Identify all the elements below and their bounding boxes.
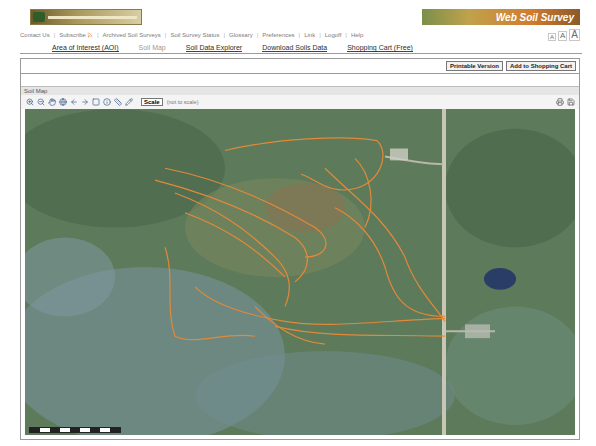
nav-link[interactable]: Archived Soil Surveys [103,32,161,38]
nav-link[interactable]: Contact Us [20,32,50,38]
pencil-icon[interactable] [125,98,133,106]
rss-icon [87,32,93,38]
tab[interactable]: Soil Data Explorer [186,44,242,52]
nav-separator: | [257,32,259,38]
nav-separator: | [299,32,301,38]
zoom-out-icon[interactable] [37,98,45,106]
boundary-line [195,287,445,325]
pan-icon[interactable] [48,98,56,106]
nav-link[interactable]: Glossary [229,32,253,38]
save-icon[interactable] [567,98,575,106]
full-extent-icon[interactable] [59,98,67,106]
tool-button[interactable] [124,98,133,107]
tab[interactable]: Shopping Cart (Free) [347,44,413,52]
nav-link[interactable]: Logoff [325,32,342,38]
nav-link[interactable]: Soil Survey Status [170,32,219,38]
logo-stripe [48,16,137,19]
info-icon[interactable] [103,98,111,106]
action-button[interactable]: Printable Version [446,61,503,71]
nav-separator: | [54,32,56,38]
boundary-line [355,158,371,227]
nav-separator: | [345,32,347,38]
back-icon[interactable] [70,98,78,106]
boundary-line [185,213,285,277]
map-toolbar: Scale (not to scale) [21,95,579,109]
action-bar: Printable VersionAdd to Shopping Cart [21,59,579,74]
tab[interactable]: Download Soils Data [262,44,327,52]
tab[interactable]: Soil Map [139,44,166,51]
printer-icon[interactable] [556,98,564,106]
nav-separator: | [223,32,225,38]
select-icon[interactable] [92,98,100,106]
tool-button[interactable] [58,98,67,107]
nav-separator: | [165,32,167,38]
tab-row: Area of Interest (AOI) Soil Map Soil Data … [20,40,582,54]
header: Web Soil Survey [0,0,596,29]
tool-button[interactable] [25,98,34,107]
soil-map-panel: Printable VersionAdd to Shopping Cart Soi… [20,58,580,440]
tool-button[interactable] [555,98,564,107]
boundary-line [325,168,445,321]
tab[interactable]: Area of Interest (AOI) [52,44,119,52]
tool-button[interactable] [69,98,78,107]
usda-logo[interactable] [30,9,142,25]
tool-button[interactable] [91,98,100,107]
nav-link[interactable]: Link [304,32,315,38]
nav-separator: | [319,32,321,38]
tool-button[interactable] [566,98,575,107]
tool-button[interactable] [113,98,122,107]
nav-link[interactable]: Preferences [262,32,294,38]
tool-button[interactable] [47,98,56,107]
aerial-imagery [25,109,575,435]
forward-icon[interactable] [81,98,89,106]
usda-mark-icon [33,12,45,22]
boundary-line [175,193,289,307]
nav-row: Contact Us|Subscribe|Archived Soil Surve… [0,29,596,40]
web-soil-survey-page: Web Soil SurveyContact Us|Subscribe|Arch… [0,0,596,446]
scale-note: (not to scale) [167,99,199,105]
scale-button[interactable]: Scale [141,98,163,106]
nav-links: Contact Us|Subscribe|Archived Soil Surve… [20,32,363,38]
nav-link[interactable]: Subscribe [59,32,93,38]
aerial-map[interactable] [25,109,575,435]
site-banner[interactable]: Web Soil Survey [422,9,580,25]
nav-link[interactable]: Help [351,32,363,38]
boundary-line [275,326,445,336]
tool-button[interactable] [80,98,89,107]
zoom-in-icon[interactable] [26,98,34,106]
panel-title: Soil Map [21,86,579,95]
tool-button[interactable] [102,98,111,107]
tool-button[interactable] [36,98,45,107]
boundary-line [155,180,307,282]
nav-separator: | [97,32,99,38]
boundary-line [255,307,325,345]
boundary-line [165,247,255,339]
action-button[interactable]: Add to Shopping Cart [506,61,576,71]
ruler-icon[interactable] [114,98,122,106]
pond [484,268,516,290]
scale-bar [29,427,121,433]
